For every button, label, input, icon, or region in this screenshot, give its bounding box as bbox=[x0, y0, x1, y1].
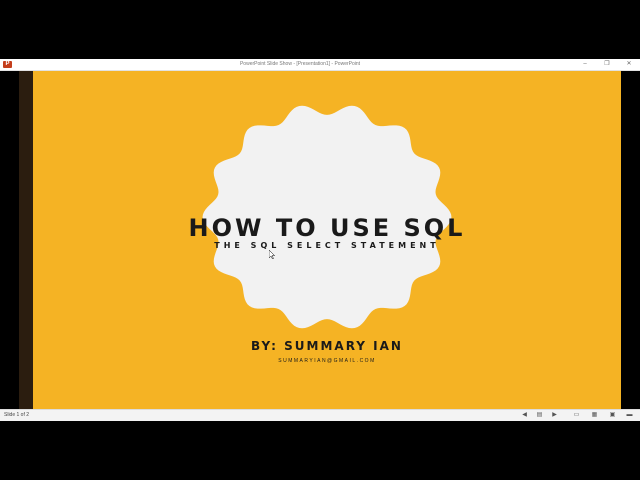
slide-email: SUMMARYIAN@GMAIL.COM bbox=[278, 358, 376, 364]
slide-author: BY: SUMMARY IAN bbox=[251, 339, 403, 353]
minimize-button[interactable]: – bbox=[578, 59, 592, 70]
slideshow-stage: HOW TO USE SQL THE SQL SELECT STATEMENT … bbox=[0, 71, 640, 409]
slide-counter: Slide 1 of 2 bbox=[4, 412, 30, 418]
next-icon[interactable]: ▶ bbox=[551, 412, 558, 418]
slide-title: HOW TO USE SQL bbox=[188, 214, 466, 242]
slideshow-icon[interactable]: ▬ bbox=[626, 412, 633, 418]
mouse-cursor-icon bbox=[269, 250, 275, 259]
slide-subtitle: THE SQL SELECT STATEMENT bbox=[214, 241, 440, 250]
status-bar: Slide 1 of 2 ◀ ▤ ▶ ▭ ▦ ▣ ▬ bbox=[0, 409, 640, 421]
title-bar: P PowerPoint Slide Show - [Presentation1… bbox=[0, 59, 640, 71]
restore-button[interactable]: ❐ bbox=[600, 59, 614, 70]
close-button[interactable]: ✕ bbox=[622, 59, 636, 70]
notes-icon[interactable]: ▤ bbox=[536, 412, 543, 418]
reading-view-icon[interactable]: ▣ bbox=[609, 412, 616, 418]
prev-icon[interactable]: ◀ bbox=[521, 412, 528, 418]
normal-view-icon[interactable]: ▭ bbox=[573, 412, 580, 418]
slide-sorter-icon[interactable]: ▦ bbox=[591, 412, 598, 418]
powerpoint-window: P PowerPoint Slide Show - [Presentation1… bbox=[0, 59, 640, 421]
slide-edge-strip bbox=[19, 71, 33, 409]
window-title: PowerPoint Slide Show - [Presentation1] … bbox=[239, 61, 361, 67]
slide-1[interactable]: HOW TO USE SQL THE SQL SELECT STATEMENT … bbox=[33, 71, 621, 409]
